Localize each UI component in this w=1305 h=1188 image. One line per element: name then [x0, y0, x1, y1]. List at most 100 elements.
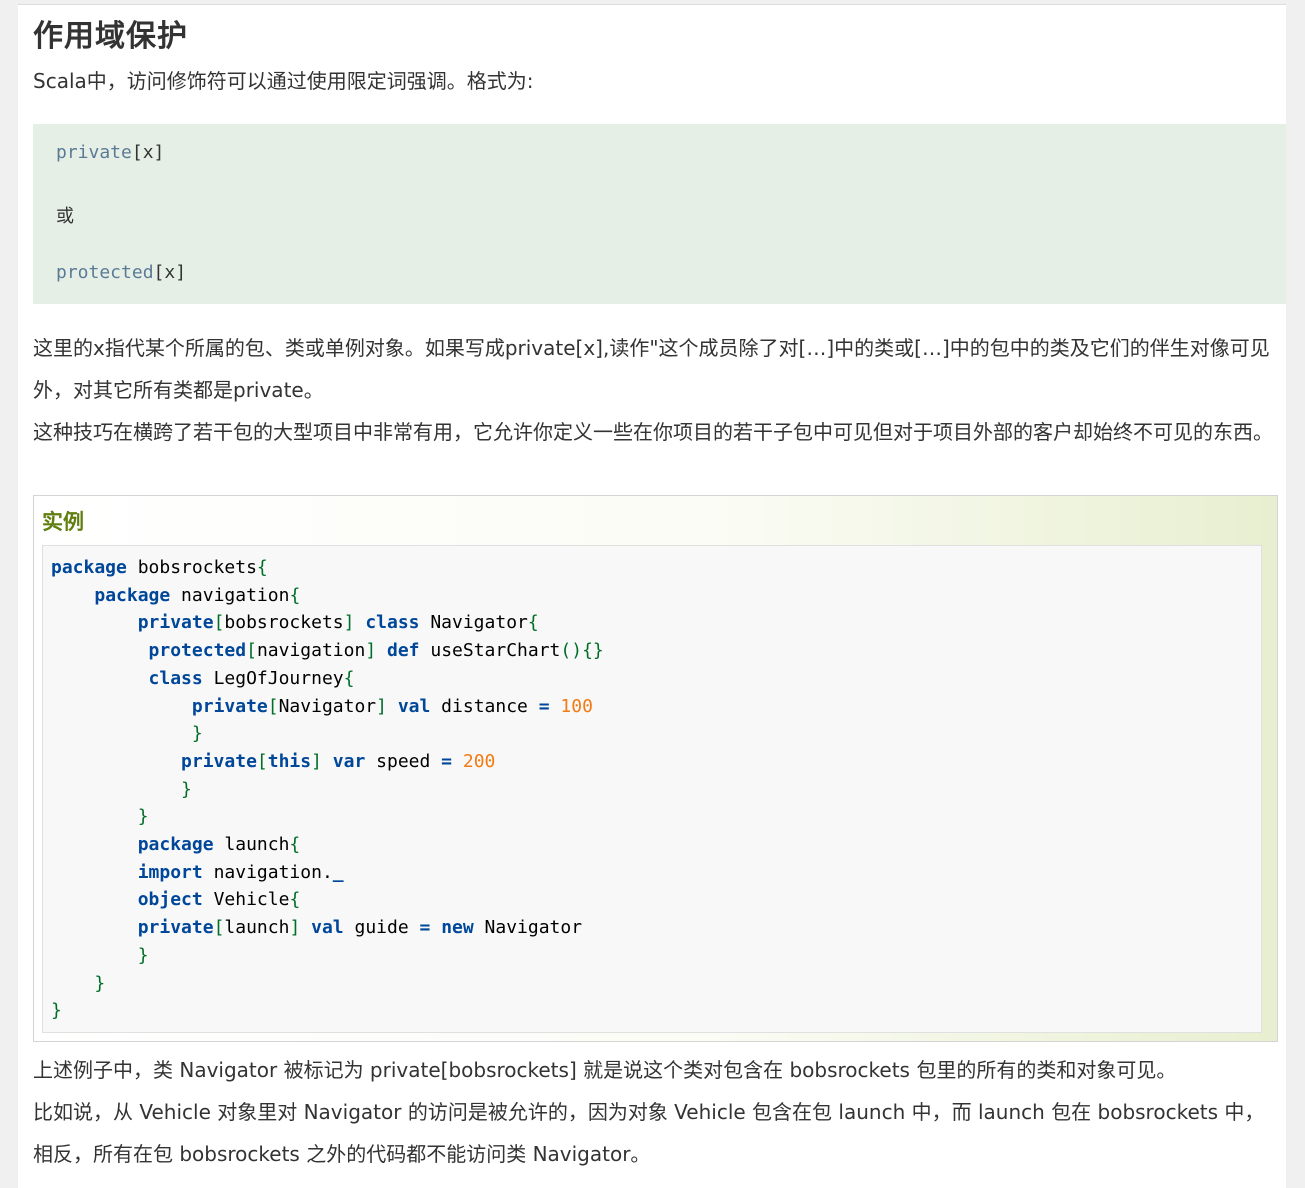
code-token: val [397, 695, 431, 717]
code-token: package [51, 557, 127, 578]
code-token: ] [289, 917, 301, 939]
explain-paragraph-1: 这里的x指代某个所属的包、类或单例对象。如果写成private[x],读作"这个… [33, 336, 1270, 402]
format-protected-bracket: [x] [153, 262, 187, 283]
code-token: Navigator [278, 695, 377, 717]
code-token: _ [332, 861, 344, 883]
code-token: = [538, 695, 550, 717]
code-token: 200 [462, 750, 496, 772]
code-token: ] [343, 612, 355, 634]
code-token: } [191, 723, 203, 745]
code-token: } [137, 806, 149, 828]
code-token: class [365, 612, 420, 634]
format-code-block: private[x] 或 protected[x] [33, 124, 1286, 304]
section-heading: 作用域保护 [33, 19, 188, 54]
after-paragraph-1: 上述例子中，类 Navigator 被标记为 private[bobsrocke… [33, 1058, 1177, 1082]
code-token: distance [430, 695, 539, 717]
code-token: val [311, 917, 344, 939]
after-paragraph-2: 比如说，从 Vehicle 对象里对 Navigator 的访问是被允许的，因为… [33, 1100, 1265, 1166]
code-line: } [51, 997, 62, 1024]
format-private-keyword: private [56, 142, 132, 163]
code-token: = [441, 750, 453, 772]
code-token: } [94, 972, 106, 994]
code-line: import navigation._ [51, 859, 344, 886]
code-token: speed [365, 750, 442, 772]
code-token: [ [213, 612, 225, 634]
code-line: } [51, 803, 149, 830]
format-line-protected: protected[x] [56, 262, 186, 283]
code-token: Navigator [473, 917, 583, 939]
code-line: private[bobsrockets] class Navigator{ [51, 609, 539, 636]
code-line: class LegOfJourney{ [51, 665, 355, 692]
code-token: package [137, 834, 214, 855]
code-token: } [181, 778, 192, 800]
format-private-bracket: [x] [131, 142, 165, 163]
code-token: { [527, 612, 539, 634]
explain-paragraph-2: 这种技巧在横跨了若干包的大型项目中非常有用，它允许你定义一些在你项目的若干子包中… [33, 420, 1273, 444]
code-token: var [332, 750, 366, 772]
code-token: ] [311, 750, 322, 772]
code-line: package bobsrockets{ [51, 554, 268, 581]
code-token: [ [267, 695, 279, 717]
code-line: } [51, 970, 105, 997]
code-token: def [387, 640, 420, 662]
code-token: Vehicle [202, 889, 290, 911]
code-token: private [181, 750, 257, 772]
code-token: import [137, 861, 203, 883]
code-token: this [267, 750, 312, 772]
code-line: } [51, 720, 203, 747]
code-token: class [148, 667, 203, 689]
code-token: [ [246, 640, 257, 662]
code-token: object [137, 889, 203, 911]
code-token: 100 [560, 695, 593, 717]
code-token: bobsrockets [126, 557, 257, 578]
code-token: private [191, 695, 268, 717]
code-token: navigation [170, 584, 290, 606]
code-token: } [51, 1000, 62, 1022]
example-title: 实例 [42, 510, 84, 534]
code-token: } [137, 944, 149, 966]
code-token: launch [224, 917, 290, 939]
code-token: ] [365, 640, 377, 662]
code-token: { [289, 584, 301, 606]
code-token: protected [148, 640, 247, 662]
code-token: guide [343, 917, 420, 939]
example-box: 实例 package bobsrockets{ package navigati… [33, 495, 1278, 1042]
code-line: package navigation{ [51, 582, 300, 609]
code-token: launch [213, 834, 290, 855]
code-token: navigation. [202, 861, 333, 883]
code-line: } [51, 776, 192, 803]
code-token: private [137, 917, 214, 939]
format-line-private: private[x] [56, 142, 164, 163]
format-line-or: 或 [56, 206, 74, 227]
code-token: useStarChart [419, 640, 561, 662]
code-token: { [289, 889, 301, 911]
example-code-block: package bobsrockets{ package navigation{… [42, 545, 1262, 1033]
code-line: private[Navigator] val distance = 100 [51, 693, 593, 720]
code-token: navigation [256, 640, 366, 662]
format-protected-keyword: protected [56, 262, 154, 283]
code-line: object Vehicle{ [51, 886, 301, 913]
code-token: ] [376, 695, 387, 717]
code-line: } [51, 942, 149, 969]
article-page: 作用域保护 Scala中，访问修饰符可以通过使用限定词强调。格式为: priva… [18, 4, 1286, 1188]
